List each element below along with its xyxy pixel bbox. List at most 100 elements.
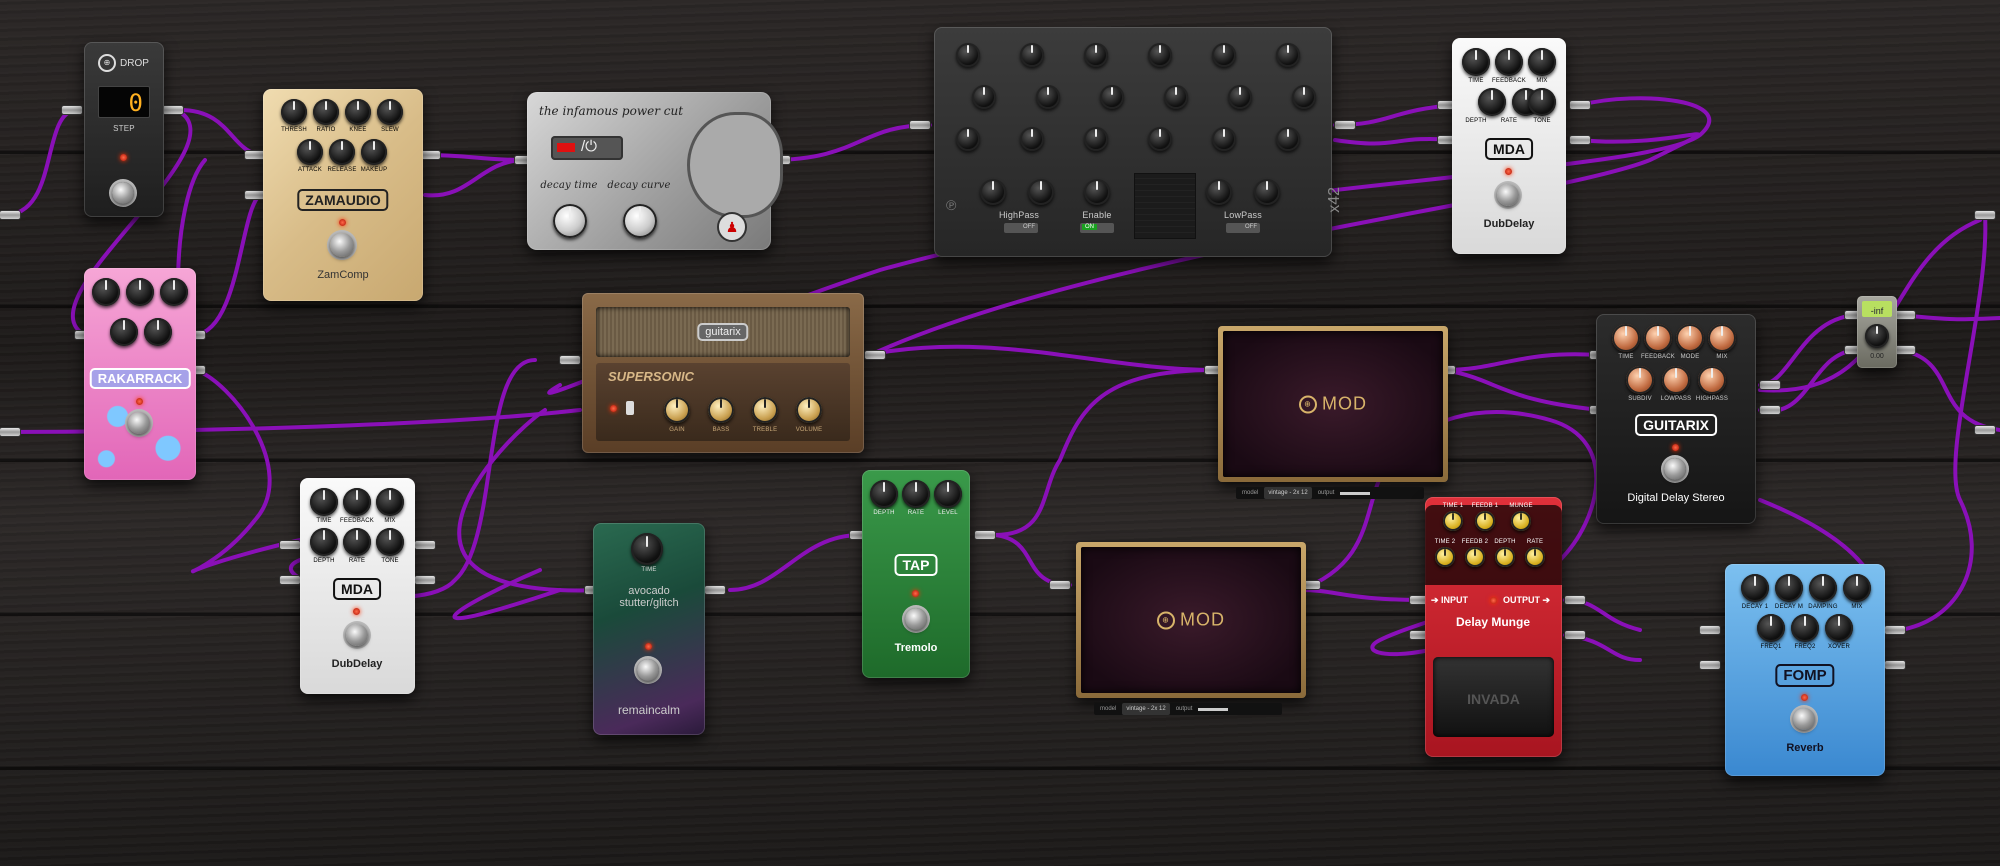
cab-model-select[interactable]: vintage - 2x 12 [1264,487,1312,499]
powercut-plugin[interactable]: the infamous power cut /⏻ decay time dec… [527,92,783,250]
makeup-knob[interactable] [361,139,387,165]
highpass-knob[interactable] [1698,366,1726,394]
cab-output-slider[interactable] [1198,707,1229,711]
power-switch[interactable]: /⏻ [551,136,623,160]
mode-knob[interactable] [1676,324,1704,352]
eq-band-knob[interactable] [1036,85,1060,109]
jack[interactable] [1335,121,1355,129]
jack[interactable] [560,356,580,364]
damping-knob[interactable] [1809,574,1837,602]
feedback-knob[interactable] [1495,48,1523,76]
depth-knob[interactable] [870,480,898,508]
treble-knob[interactable] [752,397,778,423]
reverb-footswitch[interactable] [1793,708,1815,730]
freq1-knob[interactable] [1757,614,1785,642]
attack-knob[interactable] [297,139,323,165]
eq-band-knob[interactable] [1148,43,1172,67]
cab-output-slider[interactable] [1340,491,1371,495]
eq-band-knob[interactable] [1228,85,1252,109]
mix-knob[interactable] [376,488,404,516]
jack[interactable] [1885,626,1905,634]
amp-toggle[interactable] [626,401,634,415]
avocado-pedal[interactable]: TIME avocado stutter/glitch remaincalm [593,523,705,735]
gain-knob[interactable] [1865,324,1889,348]
jack[interactable] [163,106,183,114]
x42-eq-plugin[interactable]: HighPass OFF Enable ON LowPass OFF x42 ℗ [934,27,1343,257]
eq-band-knob[interactable] [956,43,980,67]
eq-band-knob[interactable] [1020,43,1044,67]
avocado-footswitch[interactable] [637,659,659,681]
mix-knob[interactable] [1843,574,1871,602]
cab-model-select[interactable]: vintage - 2x 12 [1122,703,1170,715]
time-knob[interactable] [631,533,663,565]
rakarrack-knob[interactable] [126,278,154,306]
jack[interactable] [1975,211,1995,219]
jack[interactable] [975,531,995,539]
zamcomp-pedal[interactable]: THRESH RATIO KNEE SLEW ATTACK RELEASE MA… [263,89,423,301]
eq-band-knob[interactable] [1020,127,1044,151]
eq-band-knob[interactable] [1292,85,1316,109]
rakarrack-knob[interactable] [160,278,188,306]
rakarrack-knob[interactable] [92,278,120,306]
jack[interactable] [1760,381,1780,389]
jack[interactable] [0,428,20,436]
tremolo-footswitch[interactable] [905,608,927,630]
ratio-knob[interactable] [313,99,339,125]
eq-band-knob[interactable] [1148,127,1172,151]
rakarrack-knob[interactable] [110,318,138,346]
slew-knob[interactable] [377,99,403,125]
feedb1-knob[interactable] [1475,511,1495,531]
munge-knob[interactable] [1511,511,1531,531]
eq-band-knob[interactable] [1164,85,1188,109]
jack[interactable] [1975,426,1995,434]
gain-knob[interactable] [664,397,690,423]
mix-knob[interactable] [1708,324,1736,352]
freq2-knob[interactable] [1791,614,1819,642]
lowpass-knob[interactable] [1662,366,1690,394]
jack[interactable] [1760,406,1780,414]
eq-band-knob[interactable] [956,127,980,151]
tone-knob[interactable] [376,528,404,556]
jack[interactable] [245,191,265,199]
gx-delay-footswitch[interactable] [1664,458,1686,480]
depth-knob[interactable] [1495,547,1515,567]
drop-pedal[interactable]: ⊕ DROP 0 STEP [84,42,164,217]
time-knob[interactable] [310,488,338,516]
jack[interactable] [1565,631,1585,639]
rakarrack-footswitch[interactable] [128,412,150,434]
guitarix-digital-delay-pedal[interactable]: TIME FEEDBACK MODE MIX SUBDIV LOWPASS HI… [1596,314,1756,524]
depth-knob[interactable] [1478,88,1506,116]
jack[interactable] [1895,346,1915,354]
jack[interactable] [62,106,82,114]
knee-knob[interactable] [345,99,371,125]
rate-knob[interactable] [1525,547,1545,567]
gain-meter-plugin[interactable]: -inf 0.00 [1857,296,1897,368]
jack[interactable] [280,576,300,584]
highpass-q-knob[interactable] [1028,179,1054,205]
jack[interactable] [420,151,440,159]
mod-cabinet-2[interactable]: ⊕ MOD [1076,542,1306,698]
eq-band-knob[interactable] [972,85,996,109]
jack[interactable] [1570,136,1590,144]
jack[interactable] [1700,661,1720,669]
subdiv-knob[interactable] [1626,366,1654,394]
jack[interactable] [1885,661,1905,669]
thresh-knob[interactable] [281,99,307,125]
invada-delay-munge-pedal[interactable]: TIME 1 FEEDB 1 MUNGE TIME 2 FEEDB 2 DEPT… [1425,497,1562,757]
jack[interactable] [415,576,435,584]
jack[interactable] [1570,101,1590,109]
release-knob[interactable] [329,139,355,165]
enable-knob[interactable] [1084,179,1110,205]
decaym-knob[interactable] [1775,574,1803,602]
jack[interactable] [705,586,725,594]
level-knob[interactable] [934,480,962,508]
fomp-reverb-pedal[interactable]: DECAY 1 DECAY M DAMPING MIX FREQ1 FREQ2 … [1725,564,1885,776]
mod-cabinet-1[interactable]: ⊕ MOD [1218,326,1448,482]
tap-tremolo-pedal[interactable]: DEPTH RATE LEVEL TAP Tremolo [862,470,970,678]
dubdelay-footswitch[interactable] [1497,184,1519,206]
feedback-knob[interactable] [343,488,371,516]
rakarrack-knob[interactable] [144,318,172,346]
dubdelay-pedal-top[interactable]: TIME FEEDBACK MIX DEPTH RATE TONE MDA Du… [1452,38,1566,254]
highpass-freq-knob[interactable] [980,179,1006,205]
jack[interactable] [1895,311,1915,319]
